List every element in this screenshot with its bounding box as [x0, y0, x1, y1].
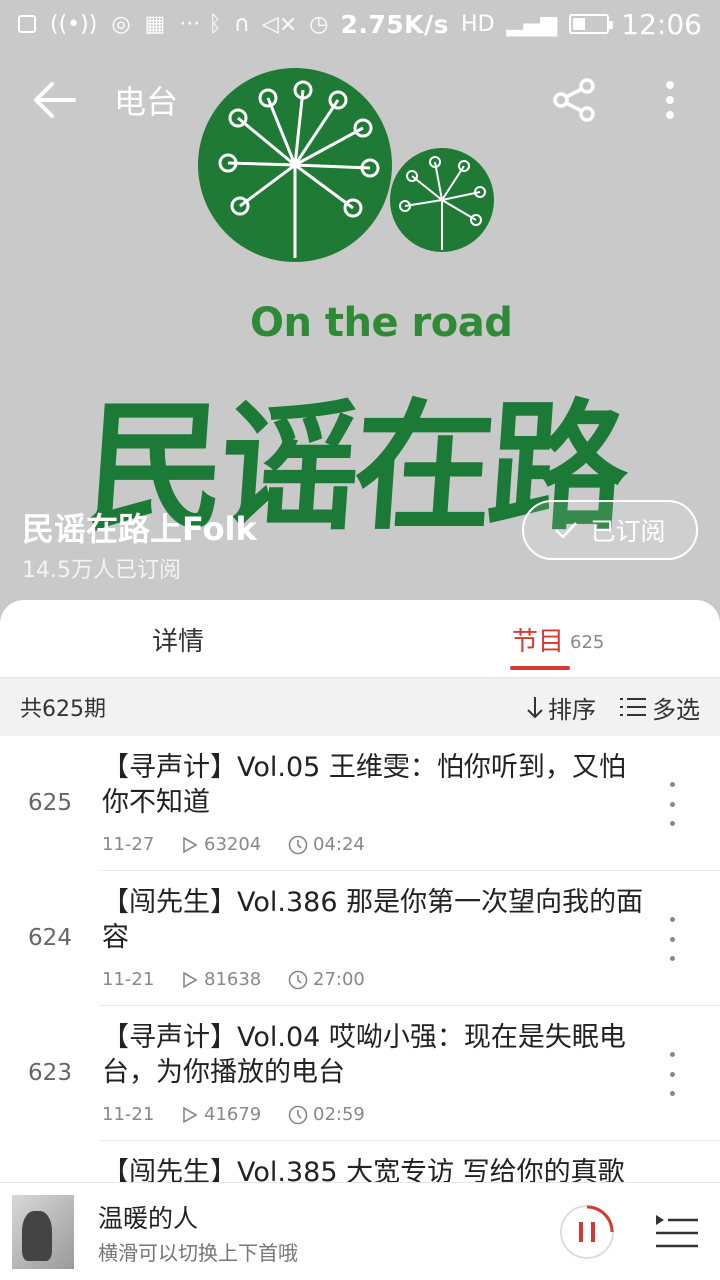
image-notification-icon — [18, 15, 36, 33]
play-count-icon — [183, 971, 198, 988]
more-vertical-icon — [666, 81, 674, 119]
episode-duration: 02:59 — [313, 1104, 365, 1125]
episode-number: 624 — [28, 925, 72, 951]
list-icon — [620, 698, 646, 716]
play-count-icon — [183, 1106, 198, 1123]
tab-programs-count: 625 — [570, 631, 605, 653]
episode-meta: 11-21 81638 27:00 — [102, 969, 365, 990]
hotspot-icon: ((•)) — [50, 11, 98, 37]
alarm-icon: ◷ — [309, 11, 329, 37]
now-playing-title: 温暖的人 — [98, 1204, 199, 1233]
episode-title: 【寻声计】Vol.05 王维雯：怕你听到，又怕你不知道 — [102, 752, 626, 818]
channel-cover: ((•)) ◎ ▦ ··· ᛒ ∩ ◁× ◷ 2.75K/s HD ▂▄▆ 12… — [0, 0, 720, 640]
episode-plays: 63204 — [204, 834, 262, 855]
network-type: HD — [461, 11, 495, 37]
episode-meta: 11-21 41679 02:59 — [102, 1104, 365, 1125]
active-tab-indicator — [510, 666, 570, 670]
episode-duration: 27:00 — [313, 969, 365, 990]
page-title: 电台 — [114, 83, 179, 121]
episode-title: 【寻声计】Vol.04 哎呦小强：现在是失眠电台，为你播放的电台 — [102, 1022, 626, 1088]
clock-icon — [288, 835, 308, 854]
logo-english-text: On the road — [250, 300, 513, 346]
signal-icon: ▂▄▆ — [506, 11, 558, 37]
arrow-left-icon — [34, 82, 76, 118]
episode-plays: 81638 — [204, 969, 262, 990]
tab-details-label: 详情 — [152, 626, 205, 657]
multi-select-button[interactable]: 多选 — [620, 678, 700, 736]
playlist-icon — [656, 1215, 698, 1248]
episode-item[interactable]: 623 【寻声计】Vol.04 哎呦小强：现在是失眠电台，为你播放的电台 11-… — [0, 1006, 720, 1141]
status-bar: ((•)) ◎ ▦ ··· ᛒ ∩ ◁× ◷ 2.75K/s HD ▂▄▆ 12… — [0, 0, 720, 48]
episode-meta: 11-27 63204 04:24 — [102, 834, 365, 855]
top-app-bar: 电台 — [0, 60, 720, 140]
subscriber-count: 14.5万人已订阅 — [22, 558, 181, 583]
bluetooth-icon: ᛒ — [208, 11, 222, 37]
list-toolbar: 共625期 排序 多选 — [0, 678, 720, 736]
play-count-icon — [183, 836, 198, 853]
episode-date: 11-21 — [102, 969, 155, 990]
subscribed-label: 已订阅 — [590, 517, 666, 546]
netease-icon: ◎ — [111, 11, 131, 37]
content-panel: 详情 节目 625 共625期 排序 多选 625 【寻声计】Vol.05 王维… — [0, 600, 720, 1280]
network-speed: 2.75K/s — [340, 9, 450, 39]
tab-programs-label: 节目 — [512, 626, 565, 657]
playlist-button[interactable] — [652, 1209, 700, 1255]
episode-more-button[interactable] — [660, 1052, 684, 1096]
more-notifications-icon: ··· — [179, 11, 201, 37]
subscribed-button[interactable]: 已订阅 — [522, 500, 698, 560]
logo-chinese-text: 民谣在路上 — [66, 386, 628, 640]
pause-button[interactable] — [560, 1205, 614, 1259]
episode-date: 11-27 — [102, 834, 155, 855]
battery-icon — [569, 14, 614, 34]
mute-icon: ◁× — [261, 11, 298, 37]
pause-icon — [579, 1205, 614, 1242]
apps-icon: ▦ — [144, 11, 166, 37]
headphones-icon: ∩ — [233, 11, 250, 37]
swipe-hint: 横滑可以切换上下首哦 — [98, 1241, 298, 1265]
share-button[interactable] — [540, 70, 610, 130]
episode-duration: 04:24 — [313, 834, 365, 855]
episode-title: 【闯先生】Vol.386 那是你第一次望向我的面容 — [102, 887, 644, 953]
episode-item[interactable]: 625 【寻声计】Vol.05 王维雯：怕你听到，又怕你不知道 11-27 63… — [0, 736, 720, 871]
sort-button[interactable]: 排序 — [526, 678, 596, 736]
dandelion-small-icon — [390, 148, 494, 252]
clock-icon — [288, 970, 308, 989]
episode-number: 625 — [28, 790, 72, 816]
episode-more-button[interactable] — [660, 917, 684, 961]
sort-label: 排序 — [548, 695, 596, 724]
episode-number: 623 — [28, 1060, 72, 1086]
check-icon — [555, 522, 578, 539]
episode-date: 11-21 — [102, 1104, 155, 1125]
more-options-button[interactable] — [640, 70, 700, 130]
share-icon — [553, 78, 595, 122]
episode-plays: 41679 — [204, 1104, 262, 1125]
episode-more-button[interactable] — [660, 782, 684, 826]
album-art[interactable] — [12, 1195, 74, 1269]
tab-details[interactable]: 详情 — [152, 600, 204, 678]
album-figure — [22, 1211, 52, 1261]
episode-item[interactable]: 624 【闯先生】Vol.386 那是你第一次望向我的面容 11-21 8163… — [0, 871, 720, 1006]
clock: 12:06 — [621, 7, 702, 41]
clock-icon — [288, 1105, 308, 1124]
tab-bar: 详情 节目 625 — [0, 600, 720, 678]
back-button[interactable] — [14, 60, 94, 140]
multi-select-label: 多选 — [652, 695, 700, 724]
mini-player[interactable]: 温暖的人 横滑可以切换上下首哦 — [0, 1182, 720, 1280]
channel-name: 民谣在路上Folk — [22, 510, 257, 548]
episode-total: 共625期 — [20, 697, 106, 722]
arrow-down-icon — [527, 697, 543, 719]
